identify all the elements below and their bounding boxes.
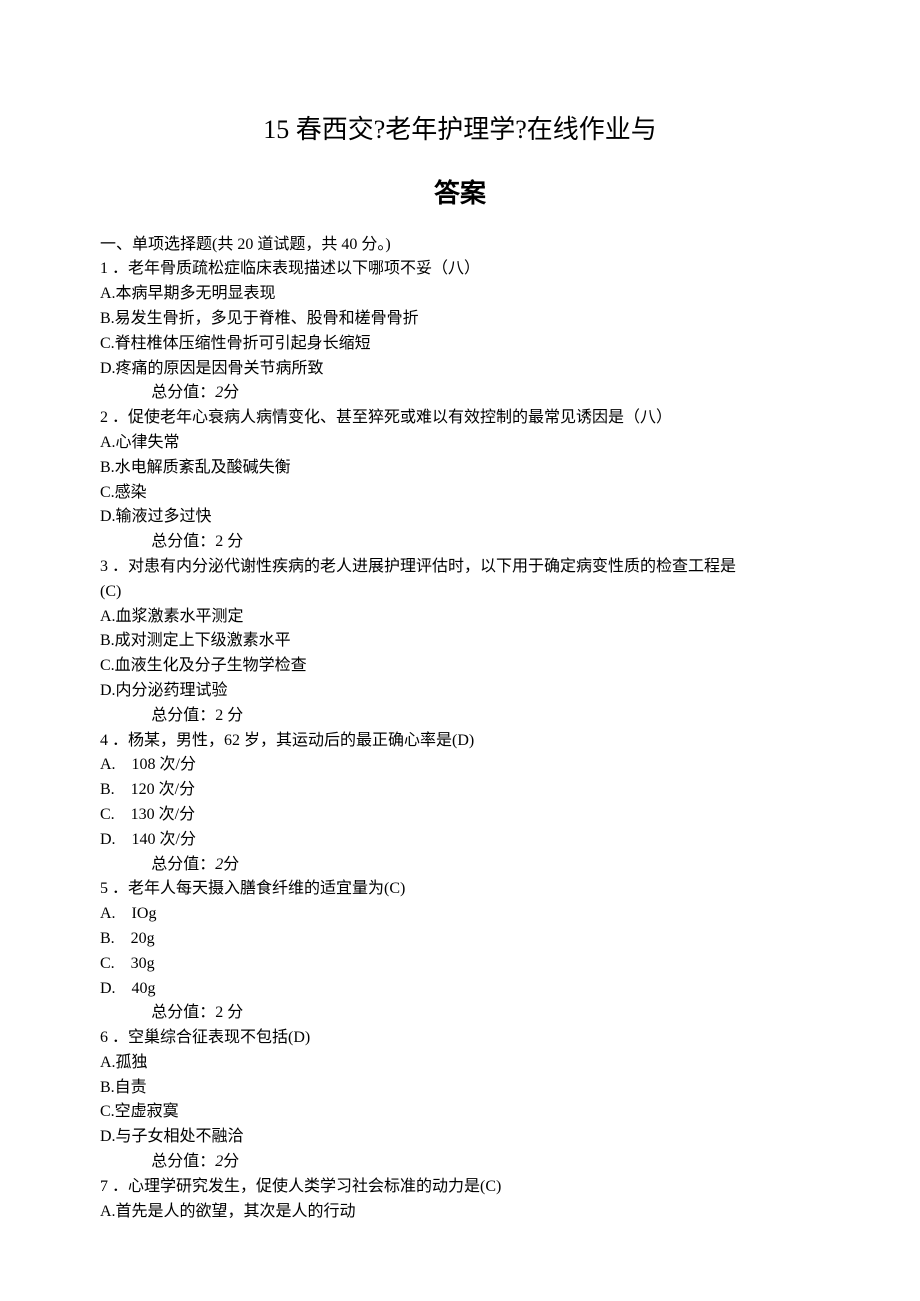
score-line: 总分值：2 分 (100, 1001, 820, 1026)
question-option: A. IOg (100, 902, 820, 927)
page-subtitle: 答案 (100, 174, 820, 214)
question-stem: 5 ．老年人每天摄入膳食纤维的适宜量为(C) (100, 877, 820, 902)
score-prefix: 总分值： (151, 856, 215, 873)
score-suffix: 分 (223, 384, 239, 401)
score-value: 2 (215, 1153, 223, 1170)
question-option: C.血液生化及分子生物学检查 (100, 654, 820, 679)
question-option: A. 108 次/分 (100, 753, 820, 778)
question-option: D.疼痛的原因是因骨关节病所致 (100, 357, 820, 382)
question-stem: 6 ．空巢综合征表现不包括(D) (100, 1026, 820, 1051)
question-stem: 2 ．促使老年心衰病人病情变化、甚至猝死或难以有效控制的最常见诱因是（八） (100, 406, 820, 431)
question-option: B.水电解质紊乱及酸碱失衡 (100, 456, 820, 481)
question-option: D.与子女相处不融洽 (100, 1125, 820, 1150)
question-option: C.感染 (100, 481, 820, 506)
question-option: A.孤独 (100, 1051, 820, 1076)
score-prefix: 总分值： (151, 1153, 215, 1170)
question-option: C.空虚寂寞 (100, 1100, 820, 1125)
question-option: D. 40g (100, 977, 820, 1002)
score-line: 总分值：2分 (100, 1150, 820, 1175)
question-option: A.首先是人的欲望，其次是人的行动 (100, 1200, 820, 1225)
score-line: 总分值：2分 (100, 853, 820, 878)
score-line: 总分值：2 分 (100, 704, 820, 729)
page-title: 15 春西交?老年护理学?在线作业与 (100, 110, 820, 150)
score-suffix: 分 (223, 1153, 239, 1170)
question-option: C. 130 次/分 (100, 803, 820, 828)
question-option: D. 140 次/分 (100, 828, 820, 853)
question-option: D.内分泌药理试验 (100, 679, 820, 704)
question-option: B.自责 (100, 1076, 820, 1101)
question-stem-line2: (C) (100, 580, 820, 605)
question-option: B. 20g (100, 927, 820, 952)
score-line: 总分值：2 分 (100, 530, 820, 555)
question-option: A.血浆激素水平测定 (100, 605, 820, 630)
question-option: A.本病早期多无明显表现 (100, 282, 820, 307)
section-header: 一、单项选择题(共 20 道试题，共 40 分。) (100, 233, 820, 258)
question-stem: 4 ．杨某，男性，62 岁，其运动后的最正确心率是(D) (100, 729, 820, 754)
question-option: C.脊柱椎体压缩性骨折可引起身长缩短 (100, 332, 820, 357)
question-stem: 3 ．对患有内分泌代谢性疾病的老人进展护理评估时，以下用于确定病变性质的检查工程… (100, 555, 820, 580)
question-option: B. 120 次/分 (100, 778, 820, 803)
score-value: 2 (215, 856, 223, 873)
score-value: 2 (215, 384, 223, 401)
score-line: 总分值：2分 (100, 381, 820, 406)
question-option: B.成对测定上下级激素水平 (100, 629, 820, 654)
question-stem: 7 ．心理学研究发生，促使人类学习社会标准的动力是(C) (100, 1175, 820, 1200)
question-stem: 1 ．老年骨质疏松症临床表现描述以下哪项不妥（八） (100, 257, 820, 282)
question-option: B.易发生骨折，多见于脊椎、股骨和槎骨骨折 (100, 307, 820, 332)
question-option: A.心律失常 (100, 431, 820, 456)
score-prefix: 总分值： (151, 384, 215, 401)
question-option: C. 30g (100, 952, 820, 977)
question-option: D.输液过多过快 (100, 505, 820, 530)
score-suffix: 分 (223, 856, 239, 873)
